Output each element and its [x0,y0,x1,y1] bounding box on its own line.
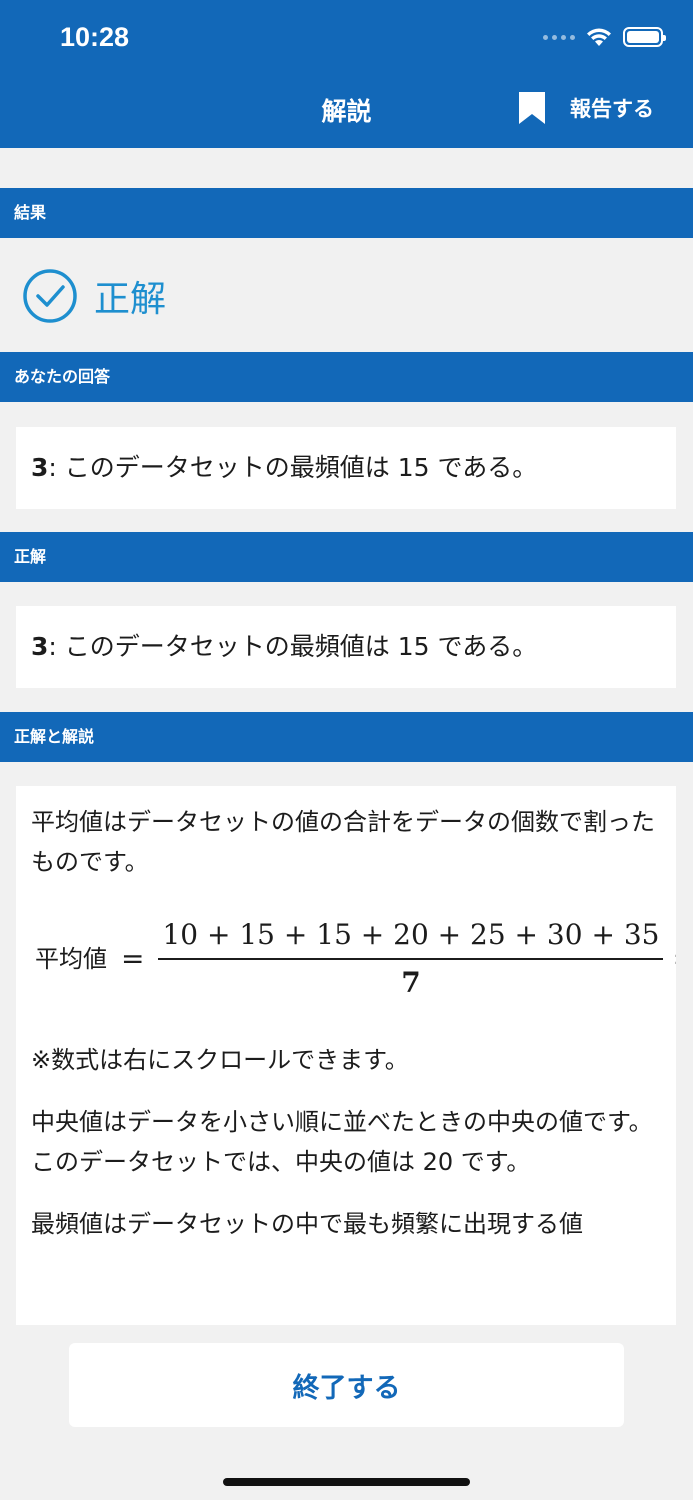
cellular-signal-icon [543,34,575,40]
your-answer-card: 3: このデータセットの最頻値は 15 である。 [16,427,676,509]
explanation-section-header: 正解と解説 [0,712,693,762]
formula-numerator: 10 + 15 + 15 + 20 + 25 + 30 + 35 [162,918,660,951]
explanation-card[interactable]: 平均値はデータセットの値の合計をデータの個数で割ったものです。 平均値 = 10… [16,786,676,1325]
correct-answer-number: 3 [31,632,49,661]
finish-button[interactable]: 終了する [69,1343,624,1427]
result-status: 正解 [22,268,166,324]
result-text: 正解 [94,279,167,320]
your-answer-number: 3 [31,453,49,482]
formula-tail: : [673,939,676,979]
mean-formula[interactable]: 平均値 = 10 + 15 + 15 + 20 + 25 + 30 + 35 7… [35,918,676,1000]
status-time: 10:28 [60,22,130,52]
your-answer-section-header: あなたの回答 [0,352,693,402]
bookmark-icon [519,92,545,124]
wifi-icon [587,28,611,46]
correct-answer-section-header: 正解 [0,532,693,582]
battery-icon [623,27,666,47]
formula-fraction: 10 + 15 + 15 + 20 + 25 + 30 + 35 7 [158,918,664,1000]
report-button[interactable]: 報告する [516,90,654,126]
header-bar: 10:28 解説 報告する [0,0,693,148]
report-label: 報告する [570,97,654,121]
home-indicator [223,1478,470,1486]
check-circle-icon [23,269,77,323]
scroll-note: ※数式は右にスクロールできます。 [31,1046,409,1074]
correct-answer-card: 3: このデータセットの最頻値は 15 である。 [16,606,676,688]
explanation-paragraph-mode: 最頻値はデータセットの中で最も頻繁に出現する値 [31,1210,583,1238]
formula-denominator: 7 [401,966,421,999]
formula-lhs: 平均値 [35,945,107,973]
explanation-paragraph-median: 中央値はデータを小さい順に並べたときの中央の値です。このデータセットでは、中央の… [31,1108,653,1176]
result-section-header: 結果 [0,188,693,238]
explanation-paragraph-mean: 平均値はデータセットの値の合計をデータの個数で割ったものです。 [31,808,655,876]
correct-answer-text: : このデータセットの最頻値は 15 である。 [48,632,538,661]
formula-equals: = [121,942,145,975]
your-answer-text: : このデータセットの最頻値は 15 である。 [48,453,538,482]
status-icons [543,26,666,48]
